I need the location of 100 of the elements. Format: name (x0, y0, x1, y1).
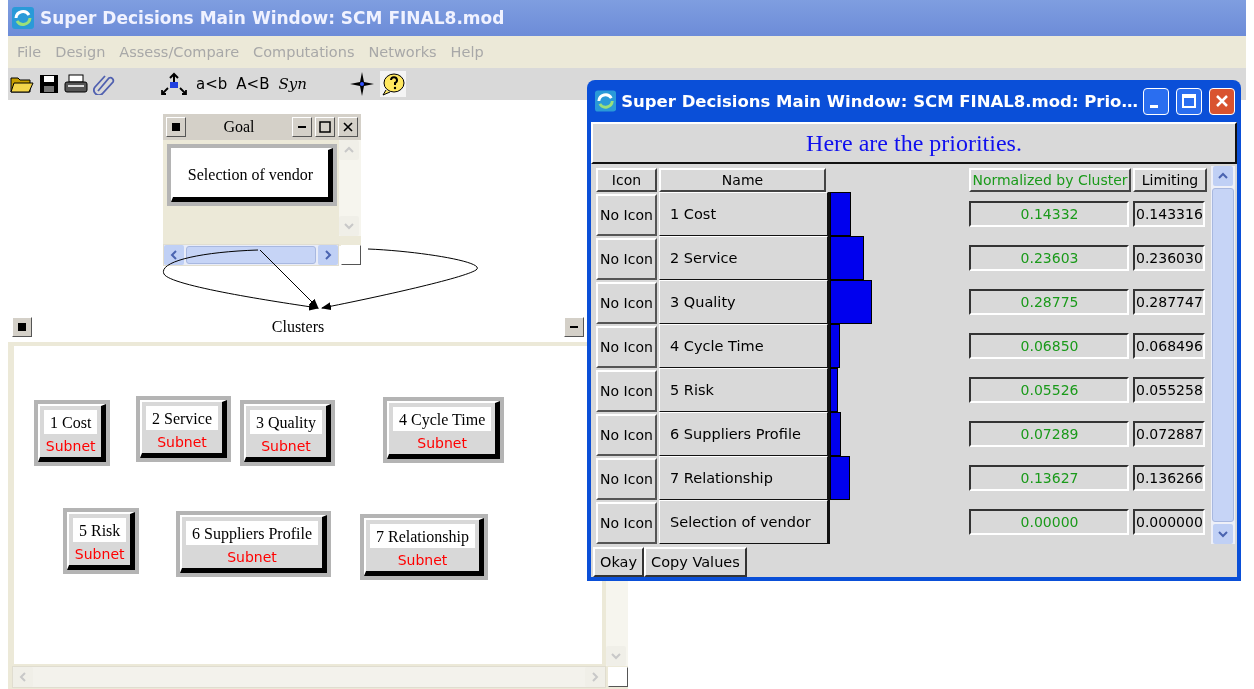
window-menu-button[interactable] (12, 317, 32, 337)
save-icon[interactable] (39, 74, 59, 94)
paperclip-icon[interactable] (93, 73, 115, 95)
name-cell: Selection of vendor (659, 500, 828, 544)
icon-button[interactable]: No Icon (596, 282, 657, 324)
window-title: Clusters (270, 318, 326, 336)
limiting-value: 0.287747 (1133, 289, 1205, 315)
size-grip[interactable] (608, 667, 628, 687)
scroll-right-icon (590, 672, 600, 682)
name-cell: 4 Cycle Time (659, 324, 828, 368)
scroll-down-icon (611, 651, 622, 661)
limiting-value: 0.000000 (1133, 509, 1205, 535)
size-grip[interactable] (341, 245, 361, 265)
cluster-name: 3 Quality (250, 410, 322, 434)
name-cell: 6 Suppliers Profile (659, 412, 828, 456)
cluster-name: 7 Relationship (370, 524, 475, 548)
maximize-button[interactable] (1175, 87, 1202, 115)
name-cell: 7 Relationship (659, 456, 828, 500)
cluster-node[interactable]: 3 Quality Subnet (240, 400, 335, 466)
normalized-value: 0.13627 (969, 465, 1129, 491)
horizontal-scrollbar[interactable] (12, 666, 606, 688)
name-cell: 5 Risk (659, 368, 828, 412)
limiting-value: 0.068496 (1133, 333, 1205, 359)
dialog-title: Super Decisions Main Window: SCM FINAL8.mod: Prio… (621, 91, 1138, 111)
toolbar-button[interactable]: Syn (276, 75, 309, 93)
window-title: Super Decisions Main Window: SCM FINAL8.mod (40, 8, 505, 28)
column-header: Limiting (1133, 168, 1207, 192)
limiting-value: 0.236030 (1133, 245, 1205, 271)
cluster-node[interactable]: 4 Cycle Time Subnet (383, 397, 505, 463)
scroll-left-icon (18, 672, 28, 682)
toolbar-button[interactable]: A<B (234, 75, 272, 93)
column-header: Name (659, 168, 826, 192)
normalized-value: 0.05526 (969, 377, 1129, 403)
icon-button[interactable]: No Icon (596, 326, 657, 368)
cluster-node[interactable]: 1 Cost Subnet (34, 400, 111, 466)
app-logo-icon (12, 7, 34, 29)
limiting-value: 0.136266 (1133, 465, 1205, 491)
node-arrows-icon[interactable] (159, 72, 189, 96)
cluster-name: 5 Risk (73, 518, 127, 542)
cluster-name: 2 Service (146, 406, 218, 430)
app-logo-icon (595, 90, 617, 112)
scroll-right-icon (323, 250, 333, 260)
cluster-node[interactable]: 6 Suppliers Profile Subnet (176, 511, 331, 577)
limiting-value: 0.143316 (1133, 201, 1205, 227)
normalized-value: 0.00000 (969, 509, 1129, 535)
icon-button[interactable]: No Icon (596, 238, 657, 280)
icon-button[interactable]: No Icon (596, 414, 657, 456)
normalized-value: 0.23603 (969, 245, 1129, 271)
help-button[interactable] (379, 71, 406, 97)
name-cell: 1 Cost (659, 192, 828, 236)
minimize-button[interactable] (564, 317, 584, 337)
dialog-button[interactable]: Copy Values (644, 547, 747, 577)
minimize-icon (298, 126, 306, 128)
window-title: Goal (222, 118, 256, 136)
scroll-down-icon (1218, 529, 1228, 539)
normalized-value: 0.07289 (969, 421, 1129, 447)
limiting-value: 0.055258 (1133, 377, 1205, 403)
limiting-value: 0.072887 (1133, 421, 1205, 447)
close-icon (343, 122, 353, 132)
scroll-left-icon (169, 250, 179, 260)
normalized-value: 0.28775 (969, 289, 1129, 315)
close-button[interactable] (338, 117, 358, 137)
square-icon (18, 323, 26, 331)
maximize-button[interactable] (315, 117, 335, 137)
cluster-name: 4 Cycle Time (393, 407, 492, 431)
printer-icon[interactable] (64, 74, 88, 94)
horizontal-scrollbar[interactable] (163, 244, 339, 266)
cluster-name: 6 Suppliers Profile (186, 521, 318, 545)
maximize-icon (319, 121, 331, 133)
window-menu-button[interactable] (166, 117, 186, 137)
toolbar-button[interactable]: a<b (194, 75, 230, 93)
normalized-value: 0.14332 (969, 201, 1129, 227)
dialog-heading: Here are the priorities. (591, 122, 1237, 164)
close-icon (1215, 94, 1229, 108)
close-button[interactable] (1209, 87, 1235, 115)
vertical-scrollbar[interactable] (339, 140, 361, 236)
minimize-icon (570, 326, 578, 328)
icon-button[interactable]: No Icon (596, 458, 657, 500)
icon-button[interactable]: No Icon (596, 370, 657, 412)
open-folder-icon[interactable] (10, 74, 34, 94)
name-cell: 2 Service (659, 236, 828, 280)
maximize-icon (1181, 94, 1196, 108)
scroll-down-icon (344, 221, 354, 231)
name-cell: 3 Quality (659, 280, 828, 324)
column-header: Icon (596, 168, 657, 192)
scroll-up-icon (1218, 171, 1228, 181)
cluster-node[interactable]: 7 Relationship Subnet (360, 514, 488, 580)
square-icon (172, 123, 180, 131)
cluster-node[interactable]: 2 Service Subnet (136, 396, 231, 462)
vertical-scrollbar[interactable] (1211, 166, 1235, 544)
cluster-name: 1 Cost (44, 410, 98, 434)
minimize-button[interactable] (292, 117, 312, 137)
icon-button[interactable]: No Icon (596, 502, 657, 544)
minimize-icon (1149, 104, 1158, 108)
cluster-node[interactable]: 5 Risk Subnet (63, 508, 140, 574)
minimize-button[interactable] (1142, 87, 1169, 115)
icon-button[interactable]: No Icon (596, 194, 657, 236)
dialog-button[interactable]: Okay (593, 547, 645, 577)
normalized-value: 0.06850 (969, 333, 1129, 359)
scroll-up-icon (344, 145, 354, 155)
